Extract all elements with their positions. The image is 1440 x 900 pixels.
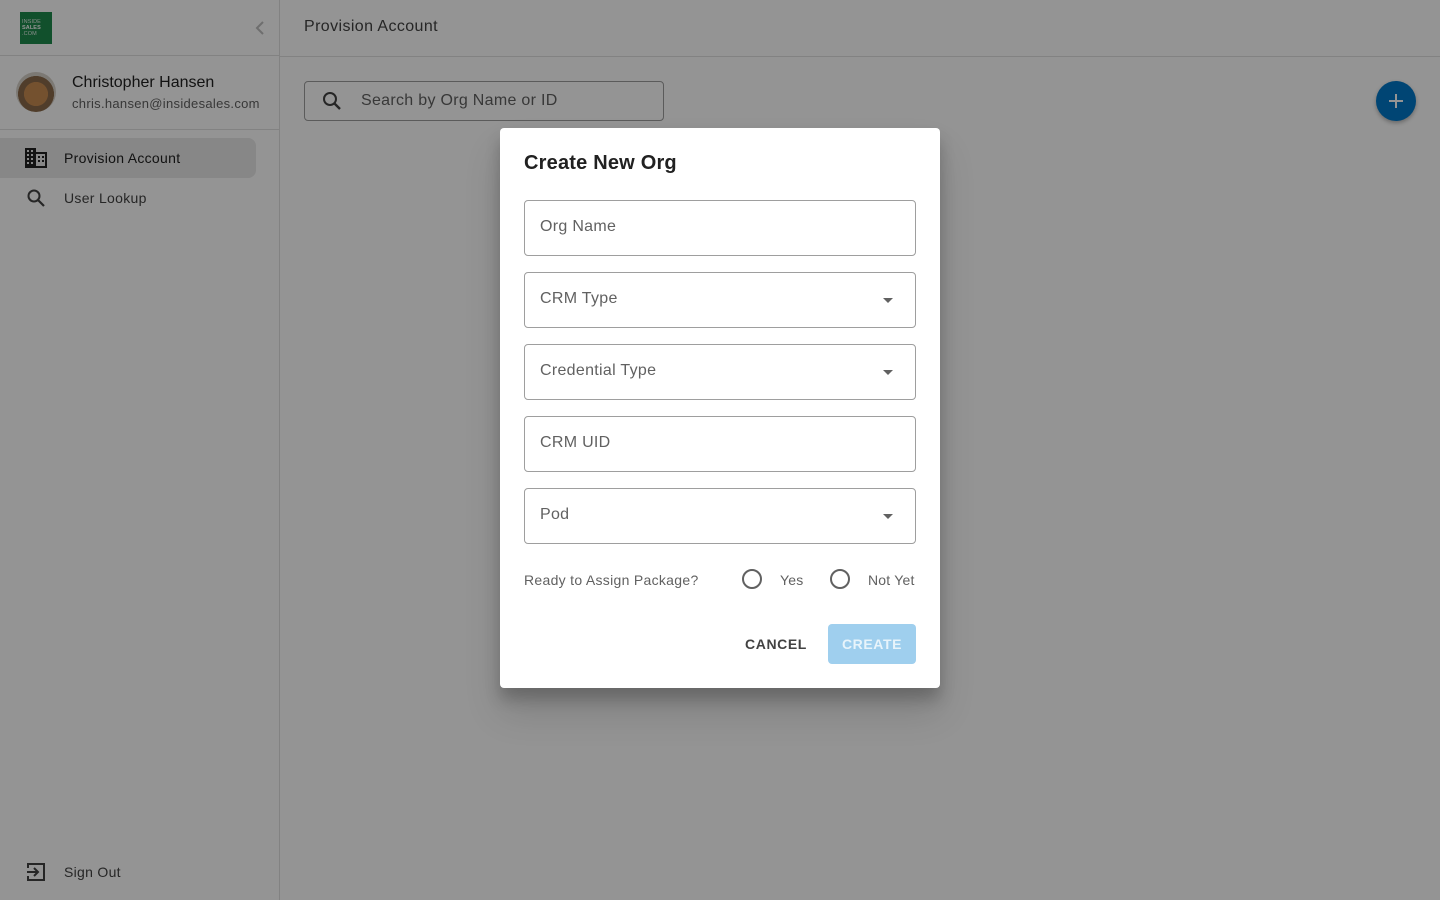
crm-type-select[interactable]: CRM Type [524, 272, 916, 328]
create-button[interactable]: CREATE [828, 624, 916, 664]
dropdown-arrow-icon [883, 298, 893, 303]
dialog-title: Create New Org [524, 152, 677, 174]
field-label: CRM UID [540, 434, 611, 451]
create-org-dialog: Create New Org Org Name CRM Type Credent… [500, 128, 940, 688]
radio-not-yet[interactable] [830, 569, 850, 589]
field-label: Org Name [540, 218, 617, 235]
radio-yes-label[interactable]: Yes [780, 572, 803, 588]
cancel-button[interactable]: CANCEL [736, 624, 816, 664]
radio-question: Ready to Assign Package? [524, 572, 699, 588]
radio-yes[interactable] [742, 569, 762, 589]
assign-package-radio-group: Ready to Assign Package? Yes Not Yet [524, 568, 916, 592]
field-label: Credential Type [540, 362, 657, 379]
field-label: Pod [540, 506, 570, 523]
field-label: CRM Type [540, 290, 618, 307]
org-name-field[interactable]: Org Name [524, 200, 916, 256]
pod-select[interactable]: Pod [524, 488, 916, 544]
dropdown-arrow-icon [883, 514, 893, 519]
radio-not-yet-label[interactable]: Not Yet [868, 572, 915, 588]
dropdown-arrow-icon [883, 370, 893, 375]
crm-uid-field[interactable]: CRM UID [524, 416, 916, 472]
credential-type-select[interactable]: Credential Type [524, 344, 916, 400]
